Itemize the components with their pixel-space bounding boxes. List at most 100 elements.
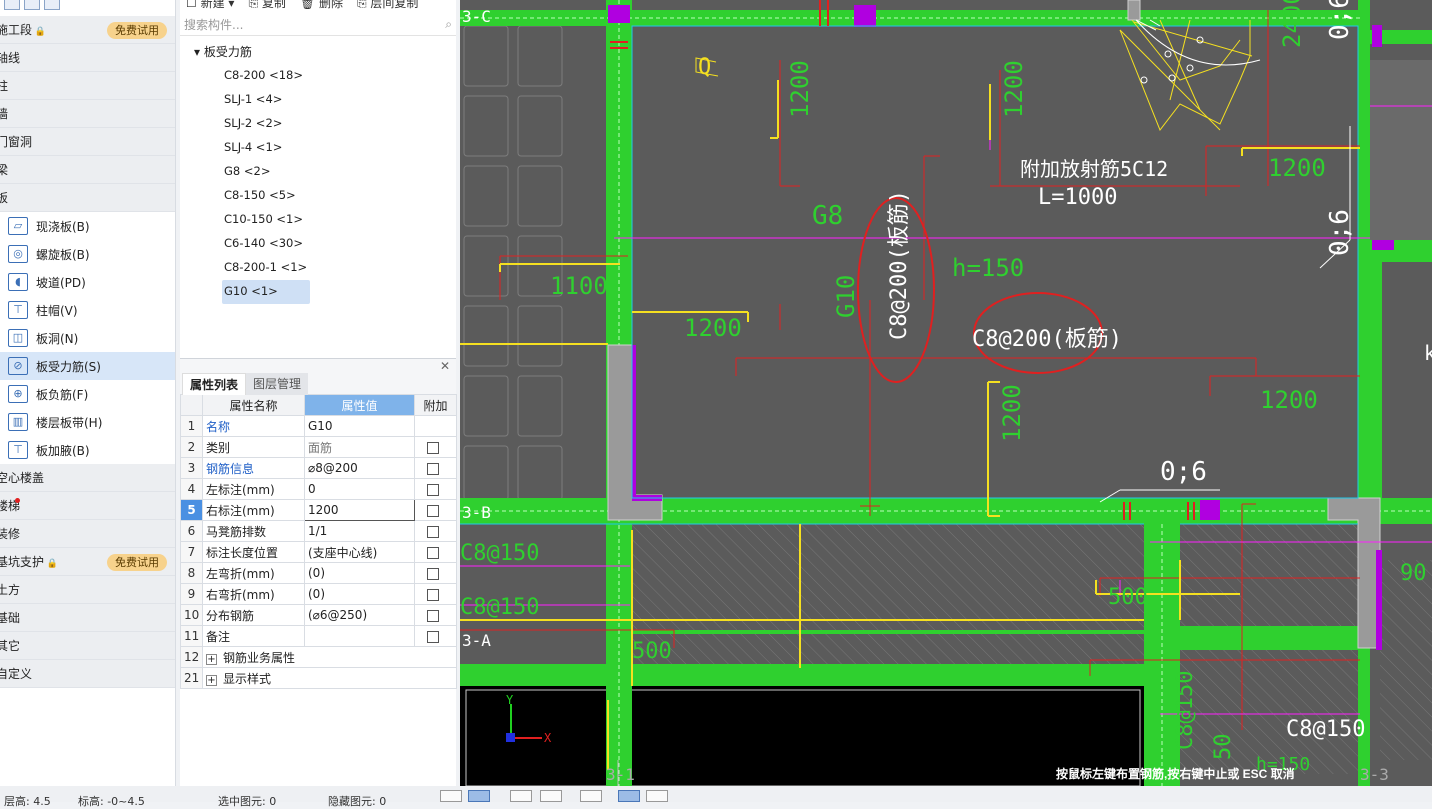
collapse-icon[interactable]: ▾ (194, 45, 204, 59)
snap-toggle[interactable] (440, 790, 462, 802)
nav-group-top0[interactable]: 施工段 🔒 免费试用 (0, 16, 175, 44)
nav-group-top4[interactable]: 门窗洞 (0, 128, 175, 156)
property-value[interactable]: 0 (304, 478, 415, 500)
property-value[interactable] (304, 625, 415, 647)
append-checkbox[interactable] (427, 588, 439, 601)
append-checkbox[interactable] (427, 441, 439, 454)
tree-item[interactable]: C8-200 <18> (222, 64, 310, 88)
nav-group-top6[interactable]: 板 (0, 184, 175, 212)
property-value[interactable]: (0) (304, 583, 415, 605)
property-row[interactable]: 7 标注长度位置 (支座中心线) (180, 541, 457, 563)
property-row[interactable]: 2 类别 面筋 (180, 436, 457, 458)
tree-root[interactable]: ▾ 板受力筋 (180, 40, 456, 64)
append-checkbox[interactable] (427, 630, 439, 643)
nav-item-6[interactable]: ⊕ 板负筋(F) (0, 380, 175, 408)
property-row[interactable]: 3 钢筋信息 ⌀8@200 (180, 457, 457, 479)
nav-group-bottom2[interactable]: 装修 (0, 520, 175, 548)
nav-group-bottom7[interactable]: 自定义 (0, 660, 175, 688)
nav-group-bottom0[interactable]: 空心楼盖 (0, 464, 175, 492)
nav-group-top5[interactable]: 梁 (0, 156, 175, 184)
property-value[interactable]: (0) (304, 562, 415, 584)
osnap-toggle[interactable] (580, 790, 602, 802)
nav-item-5[interactable]: ⊘ 板受力筋(S) (0, 352, 175, 380)
search-input[interactable]: 搜索构件... (184, 16, 445, 33)
nav-item-1[interactable]: ◎ 螺旋板(B) (0, 240, 175, 268)
nav-group-bottom6[interactable]: 其它 (0, 632, 175, 660)
nav-group-bottom1[interactable]: 楼梯 (0, 492, 175, 520)
nav-group-bottom5[interactable]: 基础 (0, 604, 175, 632)
property-row[interactable]: 5 右标注(mm) 1200 (180, 499, 457, 521)
list-view-icon[interactable] (4, 0, 20, 10)
tree-item[interactable]: G10 <1> (222, 280, 310, 304)
drawing-svg[interactable]: G8 G10 h=150 1100 1200 1200 1200 1200 12… (460, 0, 1432, 786)
delete-button[interactable]: 🗑 删除 (300, 0, 343, 10)
expand-icon[interactable]: + (206, 653, 217, 665)
property-row[interactable]: 10 分布钢筋 (⌀6@250) (180, 604, 457, 626)
nav-item-0[interactable]: ▱ 现浇板(B) (0, 212, 175, 240)
row-number: 11 (180, 625, 203, 647)
row-number: 2 (180, 436, 203, 458)
floor-copy-button[interactable]: ⎘ 层间复制 (357, 0, 418, 10)
tree-view-icon[interactable] (24, 0, 40, 10)
free-trial-badge[interactable]: 免费试用 (107, 22, 167, 39)
dyn-toggle[interactable] (618, 790, 640, 802)
close-icon[interactable]: ✕ (440, 359, 450, 373)
nav-group-top2[interactable]: 柱 (0, 72, 175, 100)
property-row[interactable]: 4 左标注(mm) 0 (180, 478, 457, 500)
nav-item-2[interactable]: ◖ 坡道(PD) (0, 268, 175, 296)
property-value[interactable]: G10 (304, 415, 415, 437)
expand-icon[interactable]: + (206, 674, 217, 686)
property-row[interactable]: 12 + 钢筋业务属性 (180, 646, 457, 668)
property-row[interactable]: 11 备注 (180, 625, 457, 647)
grid-toggle[interactable] (510, 790, 532, 802)
nav-item-3[interactable]: ⊤ 柱帽(V) (0, 296, 175, 324)
tree-item[interactable]: C6-140 <30> (222, 232, 310, 256)
free-trial-badge[interactable]: 免费试用 (107, 554, 167, 571)
search-icon[interactable]: ⌕ (445, 17, 452, 32)
property-value[interactable]: (支座中心线) (304, 541, 415, 563)
component-search[interactable]: 搜索构件... ⌕ (180, 14, 456, 36)
tab-layer-manager[interactable]: 图层管理 (246, 373, 309, 395)
arc-toggle[interactable] (646, 790, 668, 802)
nav-group-bottom3[interactable]: 基坑支护 🔒 免费试用 (0, 548, 175, 576)
ortho-toggle[interactable] (468, 790, 490, 802)
tab-property-list[interactable]: 属性列表 (182, 373, 247, 395)
append-checkbox[interactable] (427, 462, 439, 475)
tree-item[interactable]: C10-150 <1> (222, 208, 310, 232)
dim-label: 2400 (1278, 0, 1306, 48)
property-row[interactable]: 21 + 显示样式 (180, 667, 457, 689)
tree-item[interactable]: C8-200-1 <1> (222, 256, 310, 280)
property-value[interactable]: ⌀8@200 (304, 457, 415, 479)
nav-item-4[interactable]: ◫ 板洞(N) (0, 324, 175, 352)
tree-item[interactable]: G8 <2> (222, 160, 310, 184)
append-checkbox[interactable] (427, 525, 439, 538)
property-row[interactable]: 6 马凳筋排数 1/1 (180, 520, 457, 542)
new-button[interactable]: ☐ 新建 ▾ (186, 0, 234, 10)
angle-toggle[interactable] (540, 790, 562, 802)
property-value[interactable]: 1200 (304, 499, 415, 521)
tree-item[interactable]: SLJ-4 <1> (222, 136, 310, 160)
property-value[interactable]: 面筋 (304, 436, 415, 458)
grid-view-icon[interactable] (44, 0, 60, 10)
append-checkbox[interactable] (427, 567, 439, 580)
drawing-canvas[interactable]: G8 G10 h=150 1100 1200 1200 1200 1200 12… (460, 0, 1432, 786)
copy-button[interactable]: ⎘ 复制 (248, 0, 285, 10)
property-row[interactable]: 1 名称 G10 (180, 415, 457, 437)
property-value[interactable]: (⌀6@250) (304, 604, 415, 626)
tree-item[interactable]: C8-150 <5> (222, 184, 310, 208)
tree-item[interactable]: SLJ-2 <2> (222, 112, 310, 136)
nav-item-8[interactable]: ⊤ 板加腋(B) (0, 436, 175, 464)
property-extra (414, 499, 457, 521)
nav-group-top1[interactable]: 轴线 (0, 44, 175, 72)
tree-item[interactable]: SLJ-1 <4> (222, 88, 310, 112)
append-checkbox[interactable] (427, 504, 439, 517)
property-value[interactable]: 1/1 (304, 520, 415, 542)
append-checkbox[interactable] (427, 483, 439, 496)
nav-group-bottom4[interactable]: 土方 (0, 576, 175, 604)
append-checkbox[interactable] (427, 609, 439, 622)
nav-item-7[interactable]: ▥ 楼层板带(H) (0, 408, 175, 436)
property-row[interactable]: 9 右弯折(mm) (0) (180, 583, 457, 605)
append-checkbox[interactable] (427, 546, 439, 559)
property-row[interactable]: 8 左弯折(mm) (0) (180, 562, 457, 584)
nav-group-top3[interactable]: 墙 (0, 100, 175, 128)
